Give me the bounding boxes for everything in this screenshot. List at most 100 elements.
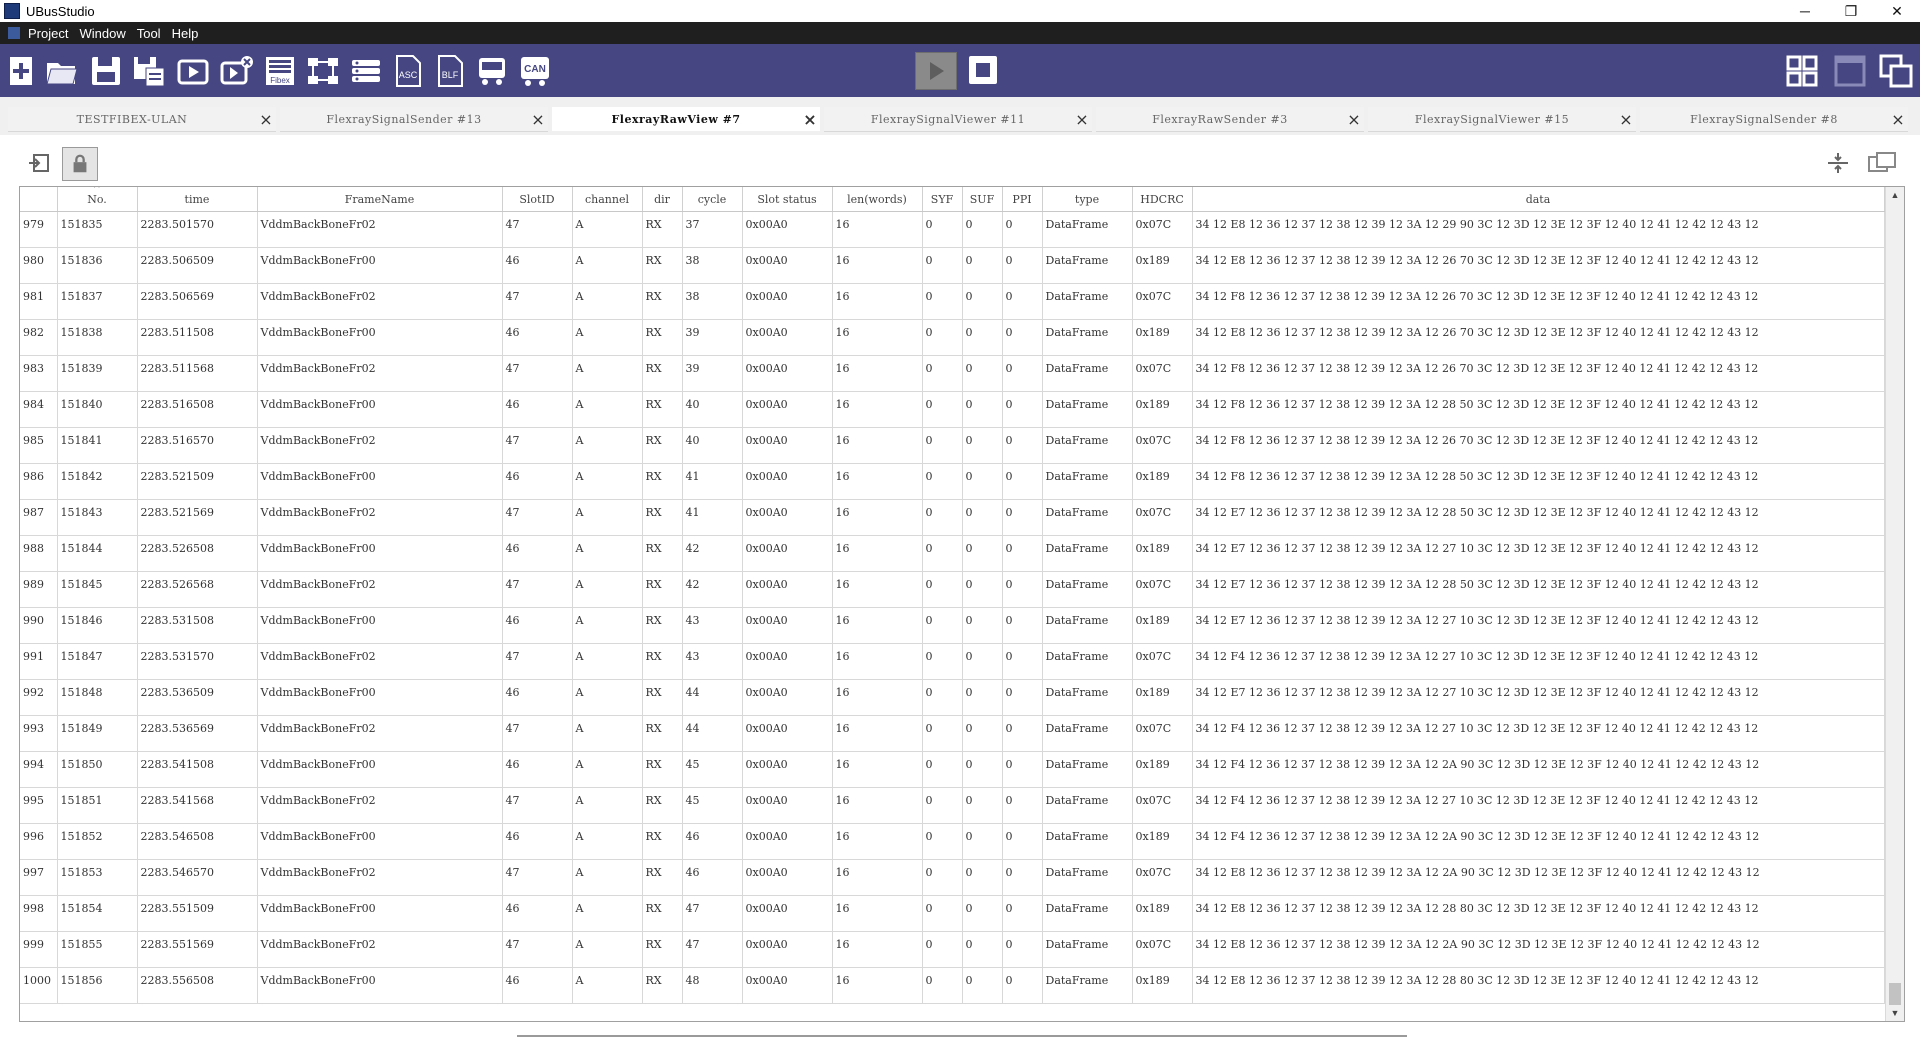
table-row[interactable]: 982 151838 2283.511508 VddmBackBoneFr00 46 A R… (20, 319, 1885, 356)
single-window-button[interactable] (1831, 52, 1869, 90)
table-cell: 151848 (57, 679, 138, 716)
tab-flexray-raw-view-7[interactable]: FlexrayRawView #7 × (552, 107, 820, 131)
column-header[interactable]: time (137, 187, 258, 212)
menu-window[interactable]: Window (79, 26, 125, 41)
table-row[interactable]: 993 151849 2283.536569 VddmBackBoneFr02 47 A R… (20, 715, 1885, 752)
tab-close-icon[interactable]: × (256, 110, 276, 129)
table-row[interactable]: 995 151851 2283.541568 VddmBackBoneFr02 47 A R… (20, 787, 1885, 824)
table-cell: VddmBackBoneFr02 (257, 931, 503, 968)
tab-close-icon[interactable]: × (1616, 110, 1636, 129)
table-cell: 151840 (57, 391, 138, 428)
column-header[interactable]: dir (642, 187, 683, 212)
column-header[interactable]: No. ^ (57, 187, 138, 212)
scroll-up-arrow-icon[interactable]: ▲ (1886, 187, 1904, 203)
table-row[interactable]: 980 151836 2283.506509 VddmBackBoneFr00 46 A R… (20, 247, 1885, 284)
table-row[interactable]: 985 151841 2283.516570 VddmBackBoneFr02 47 A R… (20, 427, 1885, 464)
tab-close-icon[interactable]: × (528, 110, 548, 129)
column-header[interactable] (20, 187, 58, 212)
tab-close-icon[interactable]: × (1344, 110, 1364, 129)
tab-flexray-signal-sender-8[interactable]: FlexraySignalSender #8 × (1640, 107, 1908, 132)
table-row[interactable]: 997 151853 2283.546570 VddmBackBoneFr02 47 A R… (20, 859, 1885, 896)
column-header[interactable]: len(words) (832, 187, 923, 212)
table-cell: 16 (832, 859, 923, 896)
table-row[interactable]: 990 151846 2283.531508 VddmBackBoneFr00 46 A R… (20, 607, 1885, 644)
tab-flexray-signal-viewer-15[interactable]: FlexraySignalViewer #15 × (1368, 107, 1636, 132)
scroll-down-arrow-icon[interactable]: ▼ (1886, 1005, 1904, 1021)
detach-window-button[interactable] (1865, 147, 1899, 179)
table-row[interactable]: 996 151852 2283.546508 VddmBackBoneFr00 46 A R… (20, 823, 1885, 860)
table-cell: RX (642, 571, 683, 608)
stop-measurement-button[interactable] (963, 52, 1003, 88)
table-row[interactable]: 979 151835 2283.501570 VddmBackBoneFr02 47 A R… (20, 211, 1885, 248)
tab-flexray-raw-sender-3[interactable]: FlexrayRawSender #3 × (1096, 107, 1364, 132)
menu-project[interactable]: Project (28, 26, 68, 41)
collapse-rows-button[interactable] (1821, 147, 1855, 179)
table-row[interactable]: 992 151848 2283.536509 VddmBackBoneFr00 46 A R… (20, 679, 1885, 716)
table-row[interactable]: 999 151855 2283.551569 VddmBackBoneFr02 47 A R… (20, 931, 1885, 968)
column-header[interactable]: Slot status (742, 187, 833, 212)
menu-help[interactable]: Help (172, 26, 199, 41)
column-header[interactable]: FrameName (257, 187, 503, 212)
table-cell: RX (642, 859, 683, 896)
table-row[interactable]: 994 151850 2283.541508 VddmBackBoneFr00 46 A R… (20, 751, 1885, 788)
column-header[interactable]: SlotID (502, 187, 573, 212)
table-row[interactable]: 981 151837 2283.506569 VddmBackBoneFr02 47 A R… (20, 283, 1885, 320)
tab-testfibex-ulan[interactable]: TESTFIBEX-ULAN × (8, 107, 276, 132)
save-as-button[interactable] (130, 52, 168, 90)
start-measurement-button[interactable] (915, 52, 957, 90)
table-cell: 46 (502, 391, 573, 428)
minimize-button[interactable]: ─ (1782, 0, 1828, 22)
tile-windows-button[interactable] (1783, 52, 1821, 90)
can-button[interactable]: CAN (516, 52, 554, 90)
table-row[interactable]: 991 151847 2283.531570 VddmBackBoneFr02 47 A R… (20, 643, 1885, 680)
save-icon (92, 57, 120, 85)
tab-close-icon[interactable]: × (1888, 110, 1908, 129)
column-header[interactable]: data (1192, 187, 1885, 212)
tab-close-icon[interactable]: × (800, 110, 820, 129)
database-button[interactable] (347, 52, 385, 90)
menu-tool[interactable]: Tool (137, 26, 161, 41)
table-row[interactable]: 1000 151856 2283.556508 VddmBackBoneFr00 46 A… (20, 967, 1885, 1004)
import-button[interactable] (22, 147, 56, 179)
raw-frame-table[interactable]: No. ^ time FrameName SlotID channel dir cycle Sl… (19, 186, 1905, 1022)
new-project-button[interactable] (3, 52, 41, 90)
column-header[interactable]: HDCRC (1132, 187, 1193, 212)
table-cell: 16 (832, 319, 923, 356)
asc-button[interactable]: ASC (389, 52, 427, 90)
table-row[interactable]: 998 151854 2283.551509 VddmBackBoneFr00 46 A R… (20, 895, 1885, 932)
run-config-button[interactable] (174, 52, 212, 90)
tab-flexray-signal-viewer-11[interactable]: FlexraySignalViewer #11 × (824, 107, 1092, 132)
table-row[interactable]: 984 151840 2283.516508 VddmBackBoneFr00 46 A R… (20, 391, 1885, 428)
restore-button[interactable]: ❐ (1828, 0, 1874, 22)
close-window-button[interactable]: ✕ (1874, 0, 1920, 22)
table-row[interactable]: 988 151844 2283.526508 VddmBackBoneFr00 46 A R… (20, 535, 1885, 572)
column-header[interactable]: SUF (962, 187, 1003, 212)
lock-scroll-button[interactable] (62, 147, 98, 181)
save-button[interactable] (87, 52, 125, 90)
table-row[interactable]: 987 151843 2283.521569 VddmBackBoneFr02 47 A R… (20, 499, 1885, 536)
tab-close-icon[interactable]: × (1072, 110, 1092, 129)
column-header[interactable]: type (1042, 187, 1133, 212)
vertical-scrollbar[interactable]: ▲ ▼ (1885, 187, 1904, 1021)
column-header[interactable]: channel (572, 187, 643, 212)
table-row[interactable]: 989 151845 2283.526568 VddmBackBoneFr02 47 A R… (20, 571, 1885, 608)
column-header[interactable]: cycle (682, 187, 743, 212)
bus-signal-button[interactable] (473, 52, 511, 90)
table-cell: 0 (922, 787, 963, 824)
column-header[interactable]: SYF (922, 187, 963, 212)
table-cell: 2283.506569 (137, 283, 258, 320)
table-row[interactable]: 983 151839 2283.511568 VddmBackBoneFr02 47 A R… (20, 355, 1885, 392)
blf-button[interactable]: BLF (431, 52, 469, 90)
table-cell: 0 (922, 643, 963, 680)
fibex-button[interactable]: Fibex (261, 52, 299, 90)
table-row[interactable]: 986 151842 2283.521509 VddmBackBoneFr00 46 A R… (20, 463, 1885, 500)
tab-label: FlexrayRawSender #3 (1152, 112, 1288, 126)
tab-flexray-signal-sender-13[interactable]: FlexraySignalSender #13 × (280, 107, 548, 132)
stop-config-button[interactable] (218, 52, 256, 90)
table-cell: A (572, 967, 643, 1004)
open-project-button[interactable] (43, 52, 81, 90)
scrollbar-thumb[interactable] (1889, 983, 1901, 1005)
network-button[interactable] (304, 52, 342, 90)
cascade-windows-button[interactable] (1877, 52, 1915, 90)
column-header[interactable]: PPI (1002, 187, 1043, 212)
